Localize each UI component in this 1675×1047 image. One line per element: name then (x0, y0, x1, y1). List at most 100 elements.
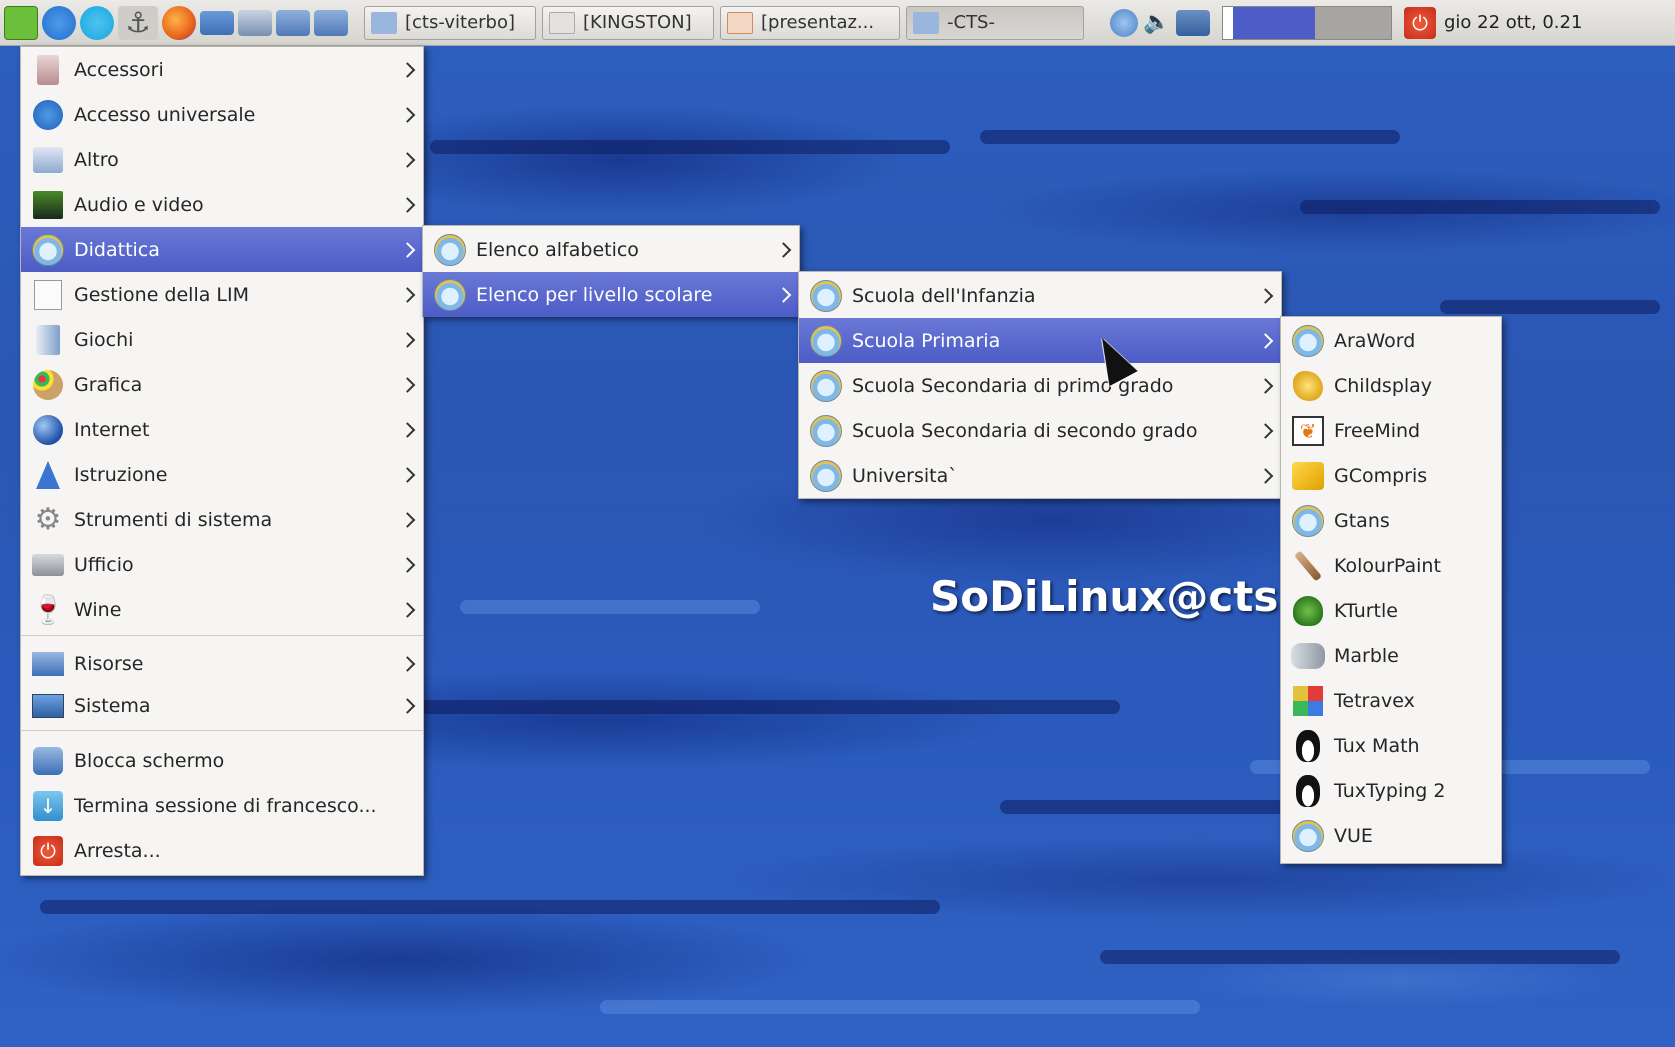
gear-icon: ⚙ (34, 502, 62, 537)
submenu-didattica: Elenco alfabetico Elenco per livello sco… (422, 225, 800, 317)
chevron-right-icon (399, 196, 416, 213)
info-icon[interactable] (1110, 8, 1138, 37)
chevron-right-icon (775, 241, 792, 258)
chevron-right-icon (1257, 332, 1274, 349)
owl-icon (1291, 504, 1325, 538)
taskbar-window-kingston[interactable]: [KINGSTON] (542, 5, 714, 40)
app-item-vue[interactable]: VUE (1281, 813, 1501, 858)
clock[interactable]: gio 22 ott, 0.21 (1444, 12, 1582, 33)
menu-item-didattica[interactable]: Didattica (21, 227, 423, 272)
owl-icon (1291, 819, 1325, 853)
owl-icon (809, 369, 843, 403)
workspace-icon[interactable] (238, 9, 272, 36)
science-flask-icon (31, 458, 65, 492)
app-item-gtans[interactable]: Gtans (1281, 498, 1501, 543)
menu-item-universita[interactable]: Universita` (799, 453, 1281, 498)
menu-item-istruzione[interactable]: Istruzione (21, 452, 423, 497)
app-item-childsplay[interactable]: Childsplay (1281, 363, 1501, 408)
main-menu: Accessori Accesso universale Altro Audio… (20, 46, 424, 876)
workspace-icon[interactable] (276, 9, 310, 36)
app-item-kturtle[interactable]: KTurtle (1281, 588, 1501, 633)
app-item-freemind[interactable]: ❦ FreeMind (1281, 408, 1501, 453)
chevron-right-icon (399, 421, 416, 438)
firefox-icon[interactable] (162, 5, 196, 40)
chevron-right-icon (1257, 422, 1274, 439)
info-icon[interactable] (42, 5, 76, 40)
top-panel: ⚓ [cts-viterbo] [KINGSTON] [presentaz...… (0, 0, 1675, 46)
internet-globe-icon (31, 413, 65, 447)
monitor-icon[interactable] (200, 10, 234, 35)
menu-item-scuola-primaria[interactable]: Scuola Primaria (799, 318, 1281, 363)
menu-item-elenco-livello-scolare[interactable]: Elenco per livello scolare (423, 272, 799, 317)
menu-item-blocca-schermo[interactable]: Blocca schermo (21, 738, 423, 783)
chevron-right-icon (399, 376, 416, 393)
menu-item-accessori[interactable]: Accessori (21, 47, 423, 92)
workspace-switcher[interactable] (1222, 5, 1392, 40)
menu-item-elenco-alfabetico[interactable]: Elenco alfabetico (423, 227, 799, 272)
education-owl-icon (31, 233, 65, 267)
menu-item-gestione-lim[interactable]: Gestione della LIM (21, 272, 423, 317)
menu-item-wine[interactable]: 🍷 Wine (21, 587, 423, 632)
menu-item-risorse[interactable]: Risorse (21, 643, 423, 685)
app-item-tux-math[interactable]: Tux Math (1281, 723, 1501, 768)
volume-icon[interactable]: 🔈 (1142, 9, 1172, 37)
skype-icon[interactable] (80, 5, 114, 40)
gcompris-icon (1291, 459, 1325, 493)
other-icon (31, 143, 65, 177)
chevron-right-icon (399, 286, 416, 303)
places-icon (31, 647, 65, 681)
menu-item-sistema[interactable]: Sistema (21, 685, 423, 727)
chevron-right-icon (399, 241, 416, 258)
power-icon[interactable]: ⏻ (1404, 6, 1436, 39)
app-item-tetravex[interactable]: Tetravex (1281, 678, 1501, 723)
workspace-icon[interactable] (314, 9, 348, 36)
owl-icon (809, 414, 843, 448)
accessibility-icon (31, 98, 65, 132)
menu-item-scuola-infanzia[interactable]: Scuola dell'Infanzia (799, 273, 1281, 318)
app-item-araword[interactable]: AraWord (1281, 318, 1501, 363)
submenu-scuola-primaria: AraWord Childsplay ❦ FreeMind GCompris G… (1280, 316, 1502, 864)
network-icon[interactable] (1176, 9, 1210, 36)
folder-icon (371, 11, 397, 34)
app-item-tuxtyping[interactable]: TuxTyping 2 (1281, 768, 1501, 813)
menu-item-internet[interactable]: Internet (21, 407, 423, 452)
tux-penguin-icon (1291, 729, 1325, 763)
menu-item-termina-sessione[interactable]: ↓ Termina sessione di francesco... (21, 783, 423, 828)
menu-item-accesso-universale[interactable]: Accesso universale (21, 92, 423, 137)
chevron-right-icon (399, 601, 416, 618)
app-item-gcompris[interactable]: GCompris (1281, 453, 1501, 498)
tetravex-icon (1291, 684, 1325, 718)
taskbar-window-presentazione[interactable]: [presentaz... (720, 5, 900, 40)
accessories-icon (31, 53, 65, 87)
menu-item-altro[interactable]: Altro (21, 137, 423, 182)
owl-icon (433, 278, 467, 312)
menu-item-scuola-secondaria-secondo-grado[interactable]: Scuola Secondaria di secondo grado (799, 408, 1281, 453)
folder-icon (913, 11, 939, 34)
app-item-kolourpaint[interactable]: KolourPaint (1281, 543, 1501, 588)
menu-item-arresta[interactable]: ⏻ Arresta... (21, 828, 423, 873)
owl-icon (433, 233, 467, 267)
turtle-icon (1291, 594, 1325, 628)
mint-menu-icon[interactable] (4, 5, 38, 40)
chevron-right-icon (399, 466, 416, 483)
whiteboard-icon (31, 278, 65, 312)
menu-item-scuola-secondaria-primo-grado[interactable]: Scuola Secondaria di primo grado (799, 363, 1281, 408)
anchor-icon[interactable]: ⚓ (118, 5, 158, 40)
owl-icon (809, 279, 843, 313)
power-icon: ⏻ (31, 834, 65, 868)
menu-item-strumenti-sistema[interactable]: ⚙ Strumenti di sistema (21, 497, 423, 542)
tux-penguin-icon (1291, 774, 1325, 808)
menu-item-giochi[interactable]: Giochi (21, 317, 423, 362)
taskbar-window-cts[interactable]: -CTS- (906, 5, 1084, 40)
menu-item-ufficio[interactable]: Ufficio (21, 542, 423, 587)
owl-icon (1291, 324, 1325, 358)
app-item-marble[interactable]: Marble (1281, 633, 1501, 678)
menu-item-audio-video[interactable]: Audio e video (21, 182, 423, 227)
taskbar-window-cts-viterbo[interactable]: [cts-viterbo] (364, 5, 536, 40)
menu-separator (21, 730, 423, 738)
owl-icon (809, 324, 843, 358)
owl-icon (809, 459, 843, 493)
menu-item-grafica[interactable]: Grafica (21, 362, 423, 407)
graphics-icon (31, 368, 65, 402)
logout-icon: ↓ (31, 789, 65, 823)
